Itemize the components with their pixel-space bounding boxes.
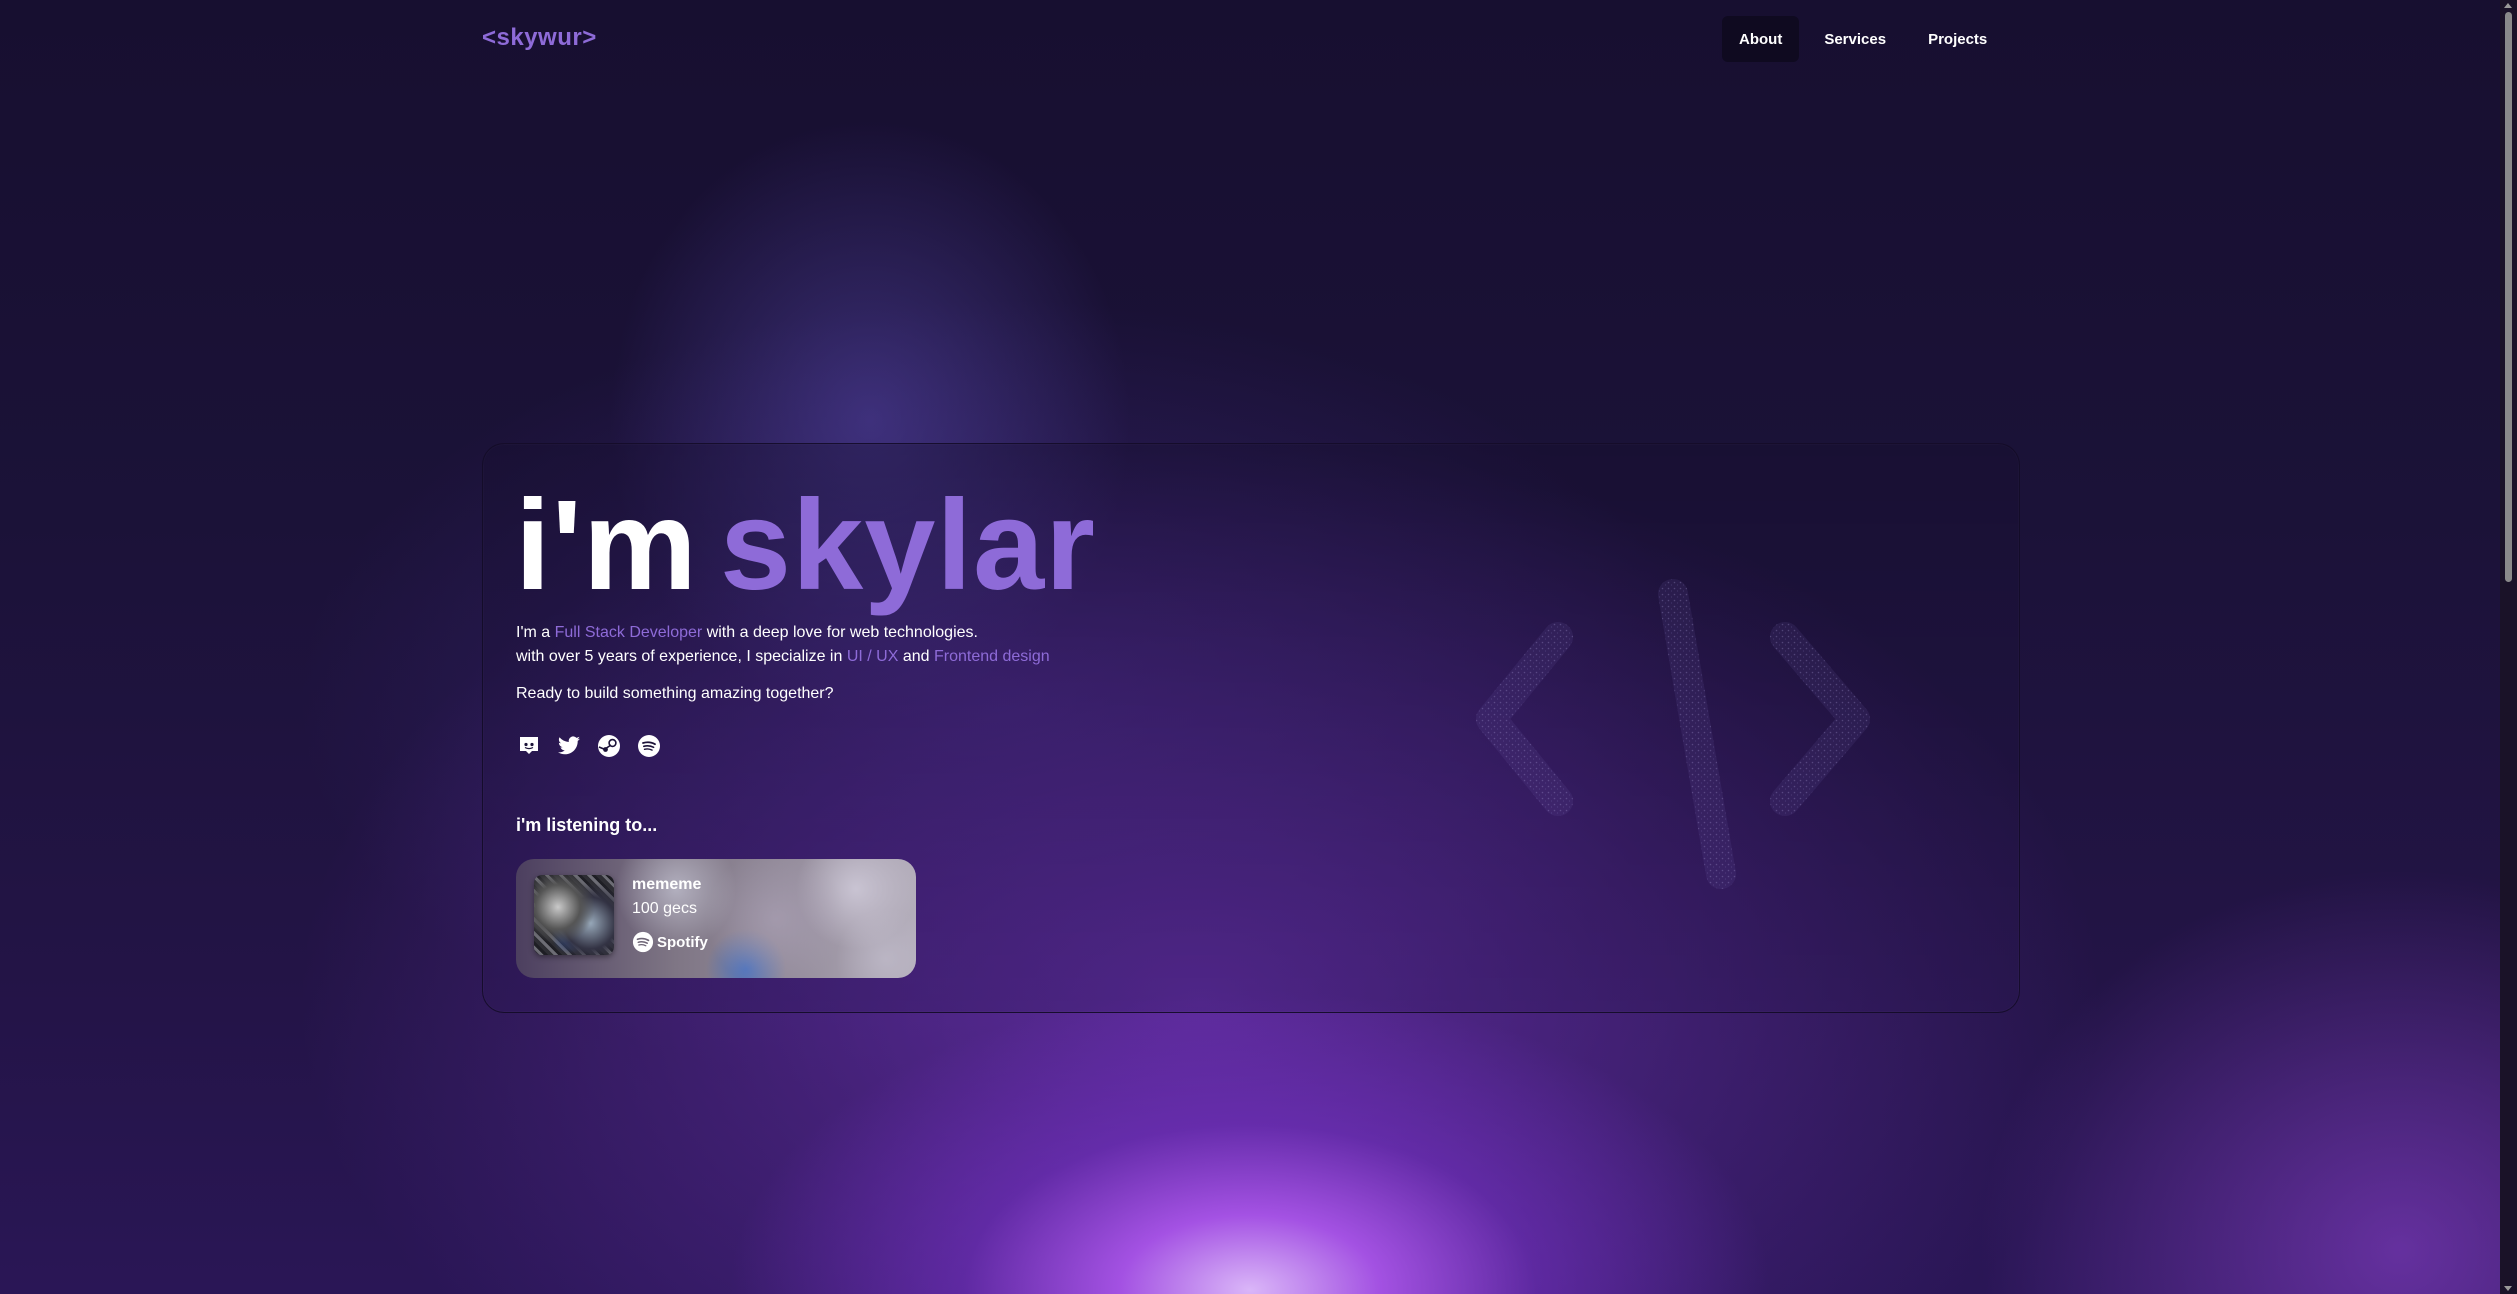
spotify-logo: Spotify <box>632 931 708 953</box>
spotify-icon[interactable] <box>636 733 662 759</box>
hero-intro: I'm a Full Stack Developer with a deep l… <box>516 621 1050 669</box>
nav-item-about[interactable]: About <box>1722 16 1800 62</box>
intro-line-1: I'm a Full Stack Developer with a deep l… <box>516 621 1050 645</box>
hero-cta: Ready to build something amazing togethe… <box>516 685 834 702</box>
discord-icon[interactable] <box>516 733 542 759</box>
page: <skywur> About Services Projects i'm skyl… <box>0 0 2517 1294</box>
intro-specialty-2: Frontend design <box>933 648 1050 665</box>
intro-line-2: with over 5 years of experience, I speci… <box>516 645 1050 669</box>
hero-name: skylar <box>719 474 1096 617</box>
intro-line1-suffix: with a deep love for web technologies. <box>702 624 978 641</box>
hero-headline: i'm skylar <box>515 482 1096 610</box>
intro-role: Full Stack Developer <box>554 624 703 641</box>
scroll-up-arrow-icon[interactable] <box>2504 3 2512 8</box>
intro-line2-middle: and <box>898 648 934 665</box>
main-nav: About Services Projects <box>1722 16 2004 62</box>
twitter-icon[interactable] <box>556 733 582 759</box>
steam-icon[interactable] <box>596 733 622 759</box>
scrollbar-thumb[interactable] <box>2505 12 2512 582</box>
album-art <box>534 875 614 955</box>
scroll-down-arrow-icon[interactable] <box>2504 1286 2512 1291</box>
site-logo[interactable]: <skywur> <box>482 24 597 52</box>
now-playing-card[interactable]: mememe 100 gecs Spotify <box>516 859 916 978</box>
intro-line1-prefix: I'm a <box>516 624 555 641</box>
intro-specialty-1: UI / UX <box>846 648 899 665</box>
spotify-logo-text: Spotify <box>657 933 708 951</box>
track-title: mememe <box>632 876 702 893</box>
nav-item-services[interactable]: Services <box>1807 16 1903 62</box>
listening-heading: i'm listening to... <box>516 815 658 835</box>
track-artist: 100 gecs <box>632 900 697 917</box>
social-links <box>516 733 662 759</box>
intro-line2-prefix: with over 5 years of experience, I speci… <box>516 648 847 665</box>
hero-greeting: i'm <box>515 474 698 617</box>
spotify-logo-icon <box>632 931 654 953</box>
hero-card: i'm skylar I'm a Full Stack Developer wit… <box>482 443 2020 1013</box>
code-brackets-icon <box>1476 579 1870 889</box>
page-scrollbar[interactable] <box>2500 0 2517 1294</box>
nav-item-projects[interactable]: Projects <box>1911 16 2004 62</box>
